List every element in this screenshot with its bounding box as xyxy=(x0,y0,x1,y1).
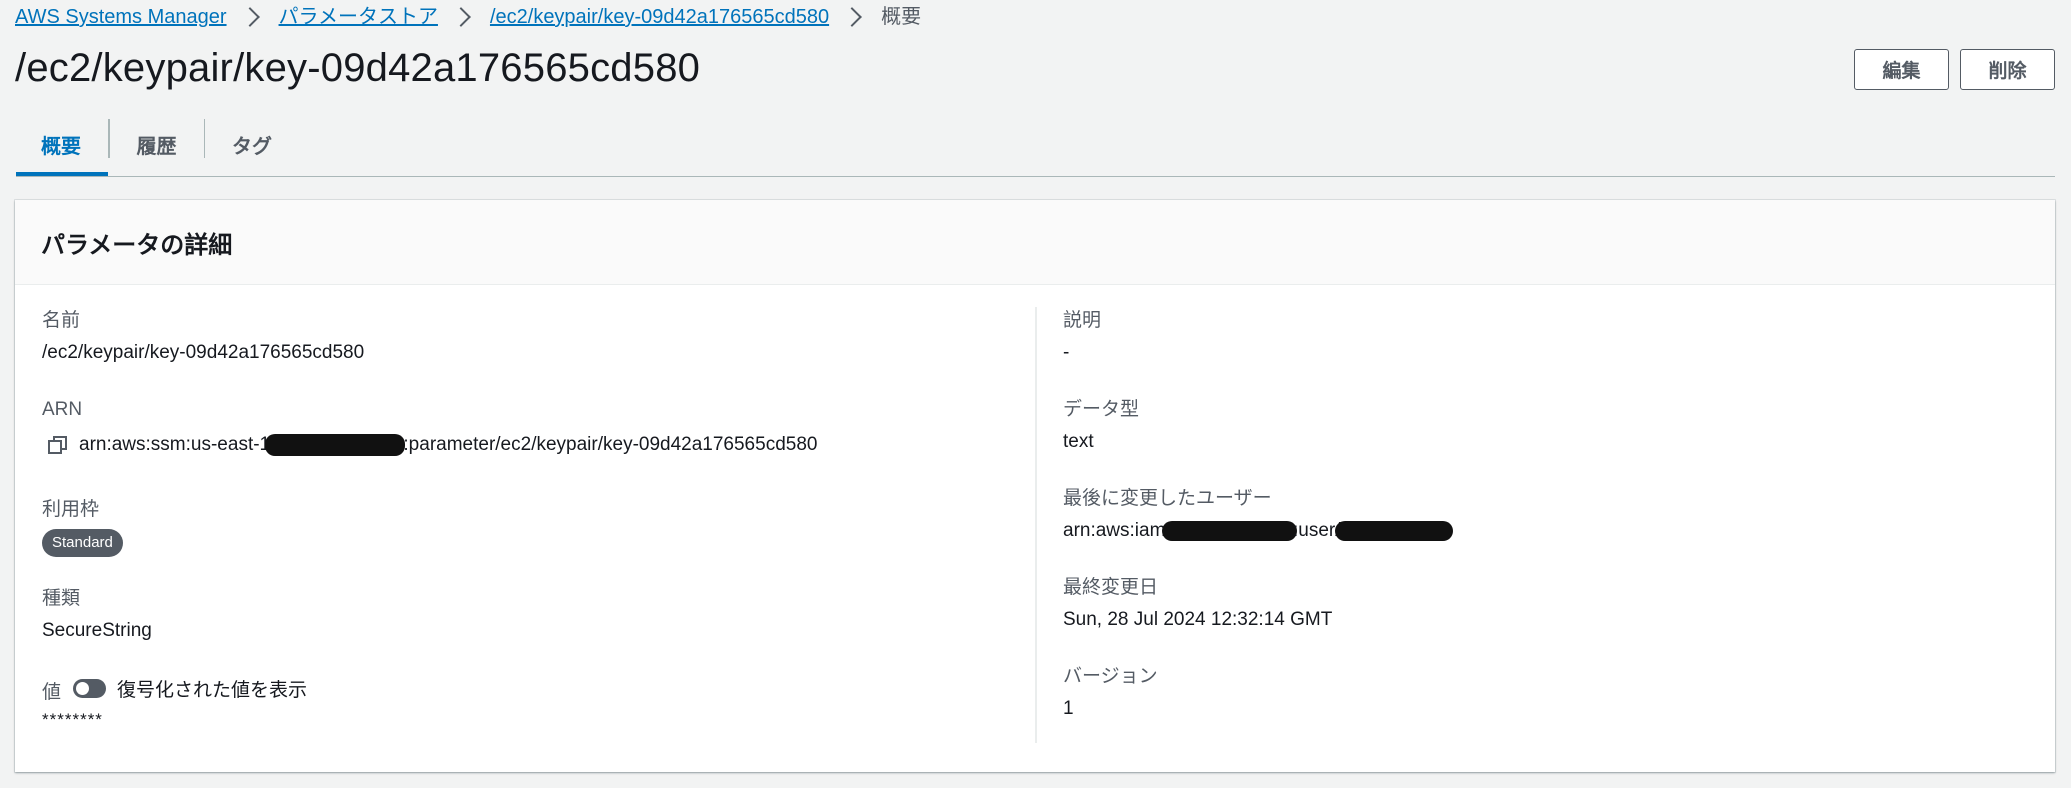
last-modified-user-value: arn:aws:iam:::user/ xyxy=(1063,518,1453,544)
field-data-type: データ型 text xyxy=(1063,397,1139,455)
field-last-modified-date: 最終変更日 Sun, 28 Jul 2024 12:32:14 GMT xyxy=(1063,575,1332,633)
user-arn-prefix: arn:aws:iam:: xyxy=(1063,520,1176,541)
breadcrumb: AWS Systems Manager パラメータストア /ec2/keypai… xyxy=(15,4,921,30)
edit-button[interactable]: 編集 xyxy=(1854,49,1949,90)
value-label: 値 xyxy=(42,681,62,703)
description-value: - xyxy=(1063,342,1070,363)
version-value: 1 xyxy=(1063,698,1074,719)
field-version: バージョン 1 xyxy=(1063,664,1158,722)
parameter-details-panel: パラメータの詳細 名前 /ec2/keypair/key-09d42a17656… xyxy=(15,200,2055,772)
column-divider xyxy=(1035,307,1037,743)
panel-header: パラメータの詳細 xyxy=(15,200,2055,285)
last-modified-user-label: 最後に変更したユーザー xyxy=(1063,488,1272,509)
redaction-mark xyxy=(265,433,406,456)
field-arn: ARN arn:aws:ssm:us-east-1: :parameter/ec2… xyxy=(42,397,817,458)
breadcrumb-link-parameter-store[interactable]: パラメータストア xyxy=(279,4,438,30)
tab-overview[interactable]: 概要 xyxy=(16,115,108,176)
breadcrumb-link-parameter[interactable]: /ec2/keypair/key-09d42a176565cd580 xyxy=(490,4,829,30)
field-tier: 利用枠 Standard xyxy=(42,497,123,557)
toggle-knob xyxy=(76,682,90,695)
last-modified-date-label: 最終変更日 xyxy=(1063,577,1159,598)
delete-button[interactable]: 削除 xyxy=(1960,49,2055,90)
value-toggle-row: 値 復号化された値を表示 xyxy=(42,675,307,703)
chevron-right-icon xyxy=(239,7,260,27)
copy-icon[interactable] xyxy=(47,434,69,456)
name-value: /ec2/keypair/key-09d42a176565cd580 xyxy=(42,342,365,363)
breadcrumb-link-systems-manager[interactable]: AWS Systems Manager xyxy=(15,4,227,30)
decrypt-toggle-label[interactable]: 復号化された値を表示 xyxy=(117,675,307,702)
field-value: 値 復号化された値を表示 ******** xyxy=(42,675,307,730)
masked-value: ******** xyxy=(42,710,103,729)
breadcrumb-current: 概要 xyxy=(881,6,922,28)
tab-tags[interactable]: タグ xyxy=(205,115,299,173)
type-label: 種類 xyxy=(42,588,81,609)
redaction-mark xyxy=(1161,520,1297,541)
type-value: SecureString xyxy=(42,620,152,641)
arn-row: arn:aws:ssm:us-east-1: :parameter/ec2/key… xyxy=(42,432,817,458)
data-type-label: データ型 xyxy=(1063,399,1140,420)
last-modified-date-value: Sun, 28 Jul 2024 12:32:14 GMT xyxy=(1063,609,1333,630)
redaction-mark xyxy=(1334,520,1453,541)
user-arn-middle: :user/ xyxy=(1292,520,1341,541)
field-last-modified-user: 最後に変更したユーザー arn:aws:iam:::user/ xyxy=(1063,486,1453,544)
field-name: 名前 /ec2/keypair/key-09d42a176565cd580 xyxy=(42,308,364,366)
description-label: 説明 xyxy=(1063,310,1102,331)
arn-suffix: :parameter/ec2/keypair/key-09d42a176565c… xyxy=(403,434,818,455)
header-actions: 編集 削除 xyxy=(1854,49,2055,90)
arn-value: arn:aws:ssm:us-east-1: :parameter/ec2/key… xyxy=(79,432,817,458)
chevron-right-icon xyxy=(842,7,862,27)
tier-label: 利用枠 xyxy=(42,499,100,520)
name-label: 名前 xyxy=(42,310,81,331)
field-type: 種類 SecureString xyxy=(42,586,152,644)
tier-badge: Standard xyxy=(42,529,123,557)
tab-bar: 概要 履歴 タグ xyxy=(16,117,2055,177)
version-label: バージョン xyxy=(1063,666,1158,687)
arn-label: ARN xyxy=(42,399,83,420)
tab-history[interactable]: 履歴 xyxy=(110,115,204,173)
panel-title: パラメータの詳細 xyxy=(41,231,233,259)
field-description: 説明 - xyxy=(1063,308,1101,366)
arn-prefix: arn:aws:ssm:us-east-1: xyxy=(79,434,276,455)
decrypt-toggle[interactable] xyxy=(73,679,107,698)
page-title: /ec2/keypair/key-09d42a176565cd580 xyxy=(15,46,701,90)
data-type-value: text xyxy=(1063,431,1094,452)
chevron-right-icon xyxy=(451,7,471,27)
